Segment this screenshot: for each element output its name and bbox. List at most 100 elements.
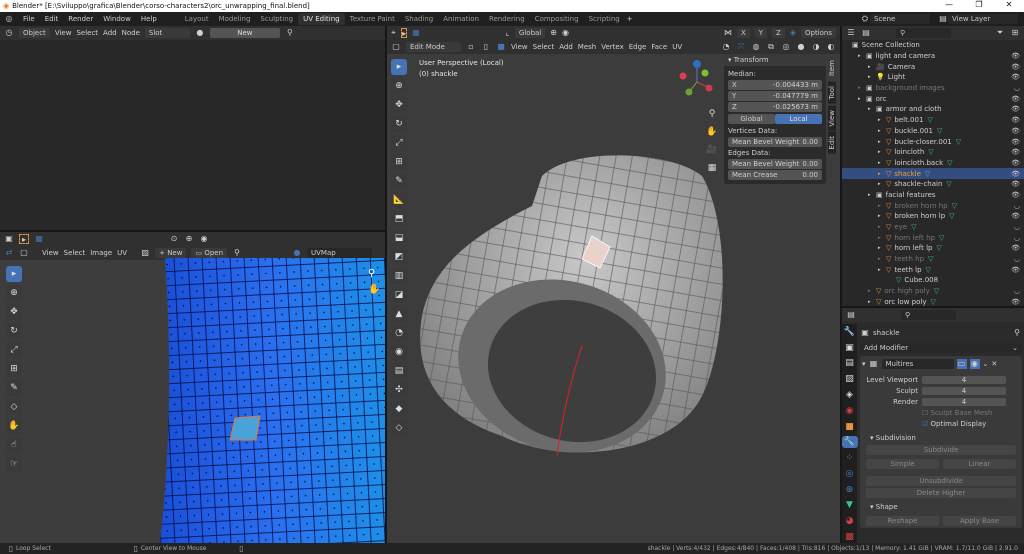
solid-shading-icon[interactable]: ● — [796, 42, 806, 52]
mesh-data-icon[interactable]: ▽ — [934, 287, 939, 295]
outliner-item[interactable]: ▸ ▣ armor and cloth 👁 — [842, 104, 1024, 115]
properties-search[interactable]: ⚲ — [901, 310, 956, 320]
mesh-data-icon[interactable]: ▽ — [946, 180, 951, 188]
outliner-item[interactable]: ▸ 💡 Light 👁 — [842, 72, 1024, 83]
expand-arrow-icon[interactable]: ▸ — [878, 171, 886, 177]
expand-arrow-icon[interactable]: ▸ — [868, 64, 876, 70]
selected-uv-face[interactable] — [229, 415, 261, 441]
visibility-eye-icon[interactable]: 👁 — [1011, 63, 1020, 71]
tool-move-icon[interactable]: ✥ — [391, 97, 407, 113]
visibility-eye-icon[interactable]: ◡ — [1014, 223, 1020, 231]
output-tab-icon[interactable]: ▤ — [842, 358, 858, 370]
tool-cursor-icon[interactable]: ⊕ — [6, 285, 22, 301]
mesh-data-icon[interactable]: ▽ — [936, 244, 941, 252]
reshape-button[interactable]: Reshape — [866, 516, 939, 526]
outliner-item[interactable]: ▸ ▽ buckle.001 ▽ 👁 — [842, 126, 1024, 137]
workspace-tab-texture-paint[interactable]: Texture Paint — [345, 13, 400, 25]
restore-button[interactable]: ❐ — [964, 0, 994, 9]
visibility-icon[interactable]: ◔ — [721, 42, 731, 52]
outliner-item[interactable]: ▸ 🎥 Camera 👁 — [842, 61, 1024, 72]
mesh-data-icon[interactable]: ▽ — [956, 138, 961, 146]
menu-vertex[interactable]: Vertex — [601, 43, 624, 51]
pin-icon[interactable]: ⚲ — [285, 28, 295, 38]
axis-z-toggle[interactable]: Z — [772, 28, 785, 38]
sculpt-base-mesh-checkbox[interactable]: ☐ Sculpt Base Mesh — [922, 409, 992, 417]
snap-icon[interactable]: ⊕ — [184, 234, 194, 244]
menu-add[interactable]: Add — [103, 29, 117, 37]
mesh-data-icon[interactable]: ▽ — [949, 212, 954, 220]
expand-arrow-icon[interactable]: ▸ — [858, 53, 866, 59]
gizmo-icon[interactable]: ⤧ — [736, 42, 746, 52]
visibility-eye-icon[interactable]: 👁 — [1011, 116, 1020, 124]
tool-shear-icon[interactable]: ◆ — [391, 401, 407, 417]
edge-select-icon[interactable]: ▯ — [481, 42, 491, 52]
uv-menu-select[interactable]: Select — [64, 249, 86, 257]
visibility-eye-icon[interactable]: 👁 — [1011, 170, 1020, 178]
xray-icon[interactable]: ⧉ — [766, 42, 776, 52]
transform-panel-header[interactable]: ▾ Transform — [724, 54, 826, 66]
snap-icon[interactable]: ⊕ — [550, 28, 557, 38]
menu-edge[interactable]: Edge — [629, 43, 647, 51]
filter-icon[interactable]: ⏷ — [995, 28, 1005, 38]
zoom-view-icon[interactable]: ⚲ — [704, 106, 720, 122]
expand-arrow-icon[interactable]: ▸ — [868, 299, 876, 305]
overlay-icon[interactable]: ◍ — [751, 42, 761, 52]
editor-type-icon[interactable]: ◷ — [4, 28, 14, 38]
scene-selector[interactable]: Scene — [870, 14, 930, 24]
tool-scale-icon[interactable]: ⤢ — [391, 135, 407, 151]
outliner-item[interactable]: ▸ ▽ horn left hp ▽ ◡ — [842, 232, 1024, 243]
tool-bevel-icon[interactable]: ◩ — [391, 249, 407, 265]
scene-tab-icon[interactable]: ◈ — [842, 389, 858, 401]
texture-tab-icon[interactable]: ▩ — [842, 531, 858, 543]
menu-add[interactable]: Add — [559, 43, 573, 51]
uv-menu-uv[interactable]: UV — [117, 249, 127, 257]
proportional-icon[interactable]: ◉ — [199, 234, 209, 244]
mesh-data-icon[interactable]: ▽ — [927, 116, 932, 124]
modifier-name-field[interactable]: Multires — [881, 359, 954, 369]
outliner-search[interactable]: ⚲ — [896, 28, 951, 38]
workspace-tab-compositing[interactable]: Compositing — [530, 13, 584, 25]
tool-transform-icon[interactable]: ⊞ — [6, 361, 22, 377]
outliner-item[interactable]: ▸ ▽ loincloth.back ▽ 👁 — [842, 158, 1024, 169]
menu-window[interactable]: Window — [98, 15, 136, 23]
world-tab-icon[interactable]: ◉ — [842, 405, 858, 417]
menu-view[interactable]: View — [511, 43, 528, 51]
delete-higher-button[interactable]: Delete Higher — [866, 488, 1016, 498]
workspace-tab-shading[interactable]: Shading — [400, 13, 438, 25]
view-layer-selector[interactable]: View Layer — [948, 14, 1018, 24]
tool-inset-icon[interactable]: ⬓ — [391, 230, 407, 246]
menu-file[interactable]: File — [18, 15, 40, 23]
workspace-tab-rendering[interactable]: Rendering — [484, 13, 530, 25]
tool-tab-icon[interactable]: 🔧 — [842, 326, 858, 338]
tool-rip-icon[interactable]: ◇ — [6, 399, 22, 415]
tool-knife-icon[interactable]: ◪ — [391, 287, 407, 303]
expand-arrow-icon[interactable]: ▸ — [868, 106, 876, 112]
image-browse-icon[interactable]: ▨ — [140, 248, 150, 258]
expand-arrow-icon[interactable]: ▸ — [878, 224, 886, 230]
tool-loopcut-icon[interactable]: ▥ — [391, 268, 407, 284]
outliner-item[interactable]: ▸ ▣ light and camera 👁 — [842, 51, 1024, 62]
close-button[interactable]: ✕ — [994, 0, 1024, 9]
outliner-item[interactable]: ▸ ▣ facial features 👁 — [842, 190, 1024, 201]
outliner-item[interactable]: ▸ ▽ teeth hp ▽ ◡ — [842, 254, 1024, 265]
visibility-eye-icon[interactable]: 👁 — [1011, 159, 1020, 167]
auto-merge-icon[interactable]: ◈ — [790, 28, 796, 38]
edge-bevel-weight-field[interactable]: Mean Bevel Weight 0.00 — [728, 159, 822, 169]
outliner-item[interactable]: ▽ Cube.008 — [842, 275, 1024, 286]
tool-pinch-icon[interactable]: ☞ — [6, 456, 22, 472]
tool-select-icon[interactable]: ▸ — [391, 59, 407, 75]
visibility-eye-icon[interactable]: 👁 — [1011, 95, 1020, 103]
mode-dropdown[interactable]: Edit Mode — [406, 42, 461, 52]
visibility-eye-icon[interactable]: ◡ — [1014, 202, 1020, 210]
mesh-data-icon[interactable]: ▽ — [926, 266, 931, 274]
face-select-icon[interactable]: ■ — [496, 42, 506, 52]
uv-sync-icon[interactable]: ⇄ — [4, 248, 14, 258]
open-image-button[interactable]: ▭ Open — [191, 248, 228, 258]
multires-level-viewport-field[interactable]: Level Viewport 4 — [862, 375, 1020, 385]
local-toggle[interactable]: Local — [775, 114, 822, 124]
outliner-item[interactable]: ▸ ▽ belt.001 ▽ 👁 — [842, 115, 1024, 126]
3d-viewport[interactable]: ⌖ ▸ ▦ ⌞ Global ⊕ ◉ ⋈ X Y Z ◈ Options ▢ E… — [387, 26, 840, 543]
coord-z-field[interactable]: Z -0.025673 m — [728, 102, 822, 112]
uv-editor[interactable]: ▣ ▸ ▦ ⊙ ⊕ ◉ ⇄ ▢ View Select Image UV ▨ +… — [0, 232, 385, 543]
workspace-tab-scripting[interactable]: Scripting — [584, 13, 625, 25]
